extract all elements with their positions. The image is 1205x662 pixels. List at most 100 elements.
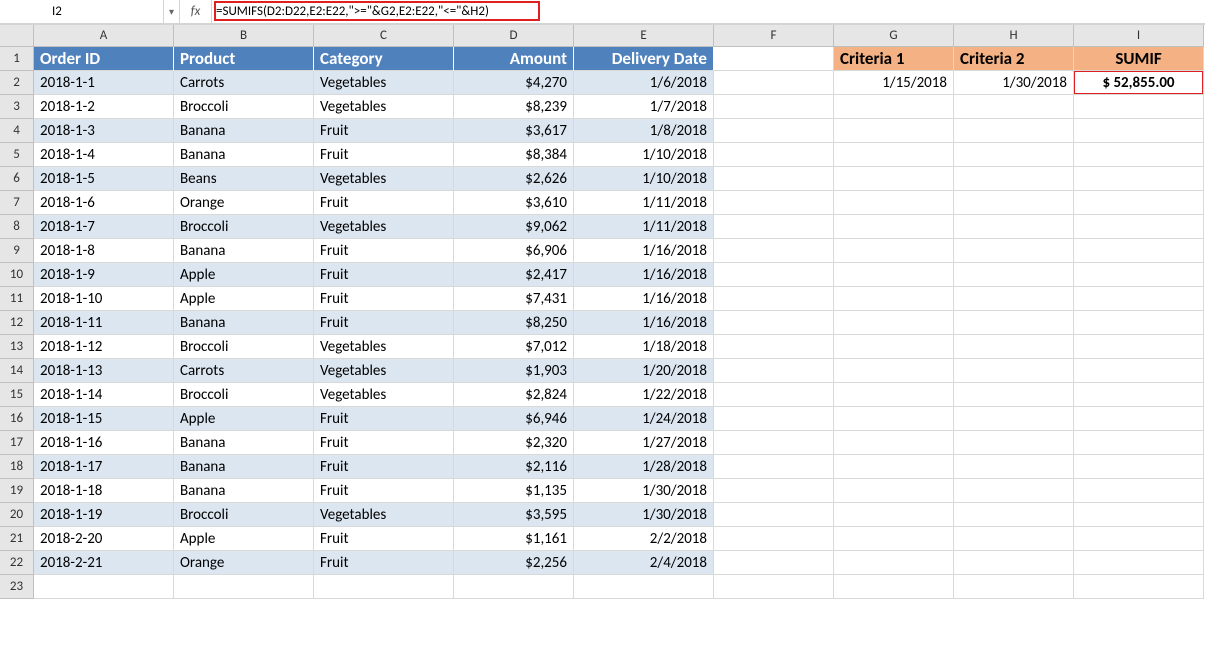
cell-E18[interactable]: 1/28/2018 <box>574 455 714 479</box>
cell-A21[interactable]: 2018-2-20 <box>34 527 174 551</box>
cell-C19[interactable]: Fruit <box>314 479 454 503</box>
cell-I13[interactable] <box>1074 335 1204 359</box>
cell-C23[interactable] <box>314 575 454 599</box>
column-header-G[interactable]: G <box>834 25 954 47</box>
cell-A6[interactable]: 2018-1-5 <box>34 167 174 191</box>
cell-H8[interactable] <box>954 215 1074 239</box>
column-header-I[interactable]: I <box>1074 25 1204 47</box>
cell-B2[interactable]: Carrots <box>174 71 314 95</box>
cell-C17[interactable]: Fruit <box>314 431 454 455</box>
cell-G9[interactable] <box>834 239 954 263</box>
row-header-17[interactable]: 17 <box>0 431 34 455</box>
cell-F3[interactable] <box>714 95 834 119</box>
row-header-3[interactable]: 3 <box>0 95 34 119</box>
row-header-13[interactable]: 13 <box>0 335 34 359</box>
cell-D16[interactable]: $6,946 <box>454 407 574 431</box>
cell-D15[interactable]: $2,824 <box>454 383 574 407</box>
cell-A5[interactable]: 2018-1-4 <box>34 143 174 167</box>
cell-B3[interactable]: Broccoli <box>174 95 314 119</box>
cell-B20[interactable]: Broccoli <box>174 503 314 527</box>
cell-F4[interactable] <box>714 119 834 143</box>
column-header-H[interactable]: H <box>954 25 1074 47</box>
cell-H5[interactable] <box>954 143 1074 167</box>
cell-B7[interactable]: Orange <box>174 191 314 215</box>
cell-F20[interactable] <box>714 503 834 527</box>
cell-A20[interactable]: 2018-1-19 <box>34 503 174 527</box>
cell-C8[interactable]: Vegetables <box>314 215 454 239</box>
cell-A23[interactable] <box>34 575 174 599</box>
cell-B21[interactable]: Apple <box>174 527 314 551</box>
cell-G4[interactable] <box>834 119 954 143</box>
cell-C6[interactable]: Vegetables <box>314 167 454 191</box>
cell-G1[interactable]: Criteria 1 <box>834 47 954 71</box>
cell-B4[interactable]: Banana <box>174 119 314 143</box>
cell-H6[interactable] <box>954 167 1074 191</box>
row-header-2[interactable]: 2 <box>0 71 34 95</box>
cell-H9[interactable] <box>954 239 1074 263</box>
cell-E22[interactable]: 2/4/2018 <box>574 551 714 575</box>
row-header-9[interactable]: 9 <box>0 239 34 263</box>
column-header-C[interactable]: C <box>314 25 454 47</box>
cell-B11[interactable]: Apple <box>174 287 314 311</box>
cell-F9[interactable] <box>714 239 834 263</box>
fx-icon[interactable]: fx <box>180 0 212 23</box>
cell-D5[interactable]: $8,384 <box>454 143 574 167</box>
cell-H23[interactable] <box>954 575 1074 599</box>
cell-H20[interactable] <box>954 503 1074 527</box>
cell-G10[interactable] <box>834 263 954 287</box>
cell-D2[interactable]: $4,270 <box>454 71 574 95</box>
cell-C12[interactable]: Fruit <box>314 311 454 335</box>
cell-E7[interactable]: 1/11/2018 <box>574 191 714 215</box>
cell-C14[interactable]: Vegetables <box>314 359 454 383</box>
cell-I16[interactable] <box>1074 407 1204 431</box>
cell-I4[interactable] <box>1074 119 1204 143</box>
name-box-dropdown-icon[interactable]: ▾ <box>163 0 179 23</box>
cell-A16[interactable]: 2018-1-15 <box>34 407 174 431</box>
cell-G17[interactable] <box>834 431 954 455</box>
cell-I7[interactable] <box>1074 191 1204 215</box>
cell-D13[interactable]: $7,012 <box>454 335 574 359</box>
cell-B22[interactable]: Orange <box>174 551 314 575</box>
cell-I22[interactable] <box>1074 551 1204 575</box>
cell-F13[interactable] <box>714 335 834 359</box>
cell-D12[interactable]: $8,250 <box>454 311 574 335</box>
name-box[interactable]: I2 <box>48 4 163 19</box>
row-header-22[interactable]: 22 <box>0 551 34 575</box>
select-all-corner[interactable] <box>0 25 34 47</box>
cell-D7[interactable]: $3,610 <box>454 191 574 215</box>
cell-A8[interactable]: 2018-1-7 <box>34 215 174 239</box>
column-header-D[interactable]: D <box>454 25 574 47</box>
cell-I14[interactable] <box>1074 359 1204 383</box>
cell-E1[interactable]: Delivery Date <box>574 47 714 71</box>
cell-I17[interactable] <box>1074 431 1204 455</box>
cell-C5[interactable]: Fruit <box>314 143 454 167</box>
cell-E20[interactable]: 1/30/2018 <box>574 503 714 527</box>
cell-C11[interactable]: Fruit <box>314 287 454 311</box>
cell-B17[interactable]: Banana <box>174 431 314 455</box>
cell-F7[interactable] <box>714 191 834 215</box>
row-header-4[interactable]: 4 <box>0 119 34 143</box>
cell-D21[interactable]: $1,161 <box>454 527 574 551</box>
cell-H22[interactable] <box>954 551 1074 575</box>
cell-H4[interactable] <box>954 119 1074 143</box>
cell-D19[interactable]: $1,135 <box>454 479 574 503</box>
cell-E10[interactable]: 1/16/2018 <box>574 263 714 287</box>
cell-F17[interactable] <box>714 431 834 455</box>
cell-I9[interactable] <box>1074 239 1204 263</box>
cell-E19[interactable]: 1/30/2018 <box>574 479 714 503</box>
cell-F1[interactable] <box>714 47 834 71</box>
cell-D11[interactable]: $7,431 <box>454 287 574 311</box>
cell-B23[interactable] <box>174 575 314 599</box>
cell-E21[interactable]: 2/2/2018 <box>574 527 714 551</box>
cell-D14[interactable]: $1,903 <box>454 359 574 383</box>
cell-A18[interactable]: 2018-1-17 <box>34 455 174 479</box>
cell-F18[interactable] <box>714 455 834 479</box>
cell-G5[interactable] <box>834 143 954 167</box>
cell-B19[interactable]: Banana <box>174 479 314 503</box>
row-header-20[interactable]: 20 <box>0 503 34 527</box>
cell-E17[interactable]: 1/27/2018 <box>574 431 714 455</box>
row-header-23[interactable]: 23 <box>0 575 34 599</box>
cell-D8[interactable]: $9,062 <box>454 215 574 239</box>
cell-H21[interactable] <box>954 527 1074 551</box>
cell-C16[interactable]: Fruit <box>314 407 454 431</box>
